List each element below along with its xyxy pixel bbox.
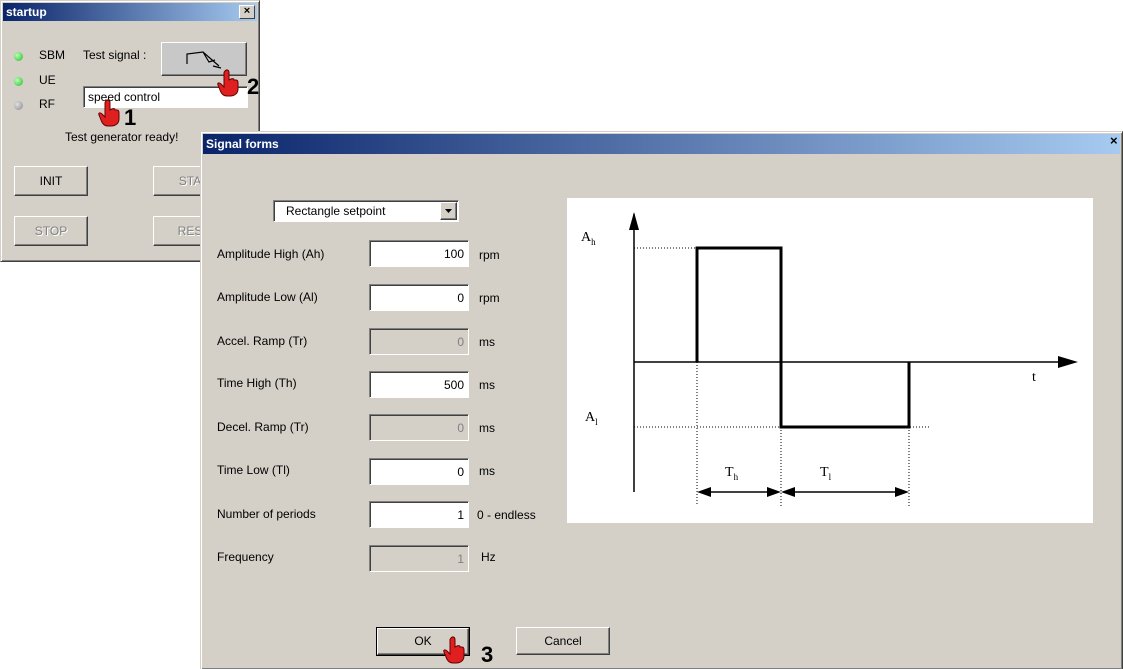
signal-type-dropdown-button[interactable]: [440, 202, 457, 220]
decel-ramp-value: 0: [457, 421, 464, 435]
ok-button-label: OK: [414, 634, 432, 648]
accel-ramp-label: Accel. Ramp (Tr): [217, 334, 308, 348]
ue-led-icon: [14, 77, 23, 86]
decel-ramp-unit: ms: [479, 421, 495, 435]
accel-ramp-input: 0: [369, 328, 469, 355]
signal-forms-titlebar[interactable]: Signal forms: [203, 134, 1120, 154]
pointer-hand-icon: [217, 69, 239, 97]
signal-diagram: Ah Al t Th Tl: [567, 198, 1093, 523]
time-low-label: Time Low (Tl): [217, 463, 290, 477]
accel-ramp-unit: ms: [479, 335, 495, 349]
accel-ramp-value: 0: [457, 335, 464, 349]
signal-forms-close-icon[interactable]: ×: [1110, 133, 1118, 148]
amplitude-high-value: 100: [443, 247, 464, 261]
startup-titlebar[interactable]: startup ×: [3, 3, 257, 21]
number-of-periods-label: Number of periods: [217, 507, 316, 521]
pointer-hand-icon: [443, 636, 465, 664]
test-signal-label: Test signal :: [83, 48, 147, 62]
cancel-button[interactable]: Cancel: [516, 627, 610, 655]
frequency-label: Frequency: [217, 550, 274, 564]
chevron-down-icon: [445, 209, 452, 213]
init-button-label: INIT: [39, 174, 63, 188]
callout-3: 3: [481, 642, 494, 667]
sbm-led-icon: [14, 52, 23, 61]
stop-button-label: STOP: [34, 224, 68, 238]
cancel-button-label: Cancel: [544, 634, 582, 648]
startup-close-button[interactable]: ×: [239, 5, 255, 19]
th-label: Th: [725, 465, 739, 482]
sbm-label: SBM: [39, 48, 66, 62]
ue-label: UE: [39, 73, 56, 87]
time-high-input[interactable]: 500: [369, 371, 469, 398]
decel-ramp-input: 0: [369, 414, 469, 441]
signal-forms-title: Signal forms: [206, 137, 279, 151]
time-high-label: Time High (Th): [217, 376, 297, 390]
number-of-periods-value: 1: [457, 508, 464, 522]
t-axis-label: t: [1032, 370, 1036, 385]
time-high-unit: ms: [479, 378, 495, 392]
start-button-label: STA: [178, 174, 202, 188]
number-of-periods-unit: 0 - endless: [477, 508, 536, 522]
callout-2: 2: [247, 74, 260, 99]
pointer-hand-icon: [98, 99, 120, 127]
rf-led-icon: [14, 101, 23, 110]
time-low-input[interactable]: 0: [369, 458, 469, 485]
amplitude-high-label: Amplitude High (Ah): [217, 247, 325, 261]
number-of-periods-input[interactable]: 1: [369, 501, 469, 528]
frequency-value: 1: [457, 552, 464, 566]
al-label: Al: [585, 410, 598, 427]
ah-label: Ah: [581, 230, 596, 247]
signal-forms-window: Signal forms Rectangle setpoint Amplitud…: [200, 131, 1123, 669]
time-low-value: 0: [457, 465, 464, 479]
amplitude-low-input[interactable]: 0: [369, 284, 469, 311]
frequency-unit: Hz: [481, 550, 496, 564]
status-text: Test generator ready!: [65, 130, 179, 144]
tl-label: Tl: [820, 465, 832, 482]
close-icon: ×: [243, 5, 251, 17]
rf-label: RF: [39, 97, 55, 111]
amplitude-low-label: Amplitude Low (Al): [217, 290, 318, 304]
amplitude-low-unit: rpm: [479, 291, 500, 305]
stop-button[interactable]: STOP: [14, 216, 88, 246]
amplitude-high-unit: rpm: [479, 248, 500, 262]
startup-title: startup: [6, 5, 47, 19]
decel-ramp-label: Decel. Ramp (Tr): [217, 420, 309, 434]
init-button[interactable]: INIT: [14, 166, 88, 196]
reset-button-label: RES: [177, 224, 203, 238]
amplitude-low-value: 0: [457, 291, 464, 305]
callout-1: 1: [124, 105, 137, 130]
signal-type-value: Rectangle setpoint: [286, 204, 386, 218]
signal-type-select[interactable]: Rectangle setpoint: [273, 200, 459, 222]
time-high-value: 500: [443, 378, 464, 392]
time-low-unit: ms: [479, 464, 495, 478]
amplitude-high-input[interactable]: 100: [369, 240, 469, 267]
frequency-input: 1: [369, 545, 469, 572]
